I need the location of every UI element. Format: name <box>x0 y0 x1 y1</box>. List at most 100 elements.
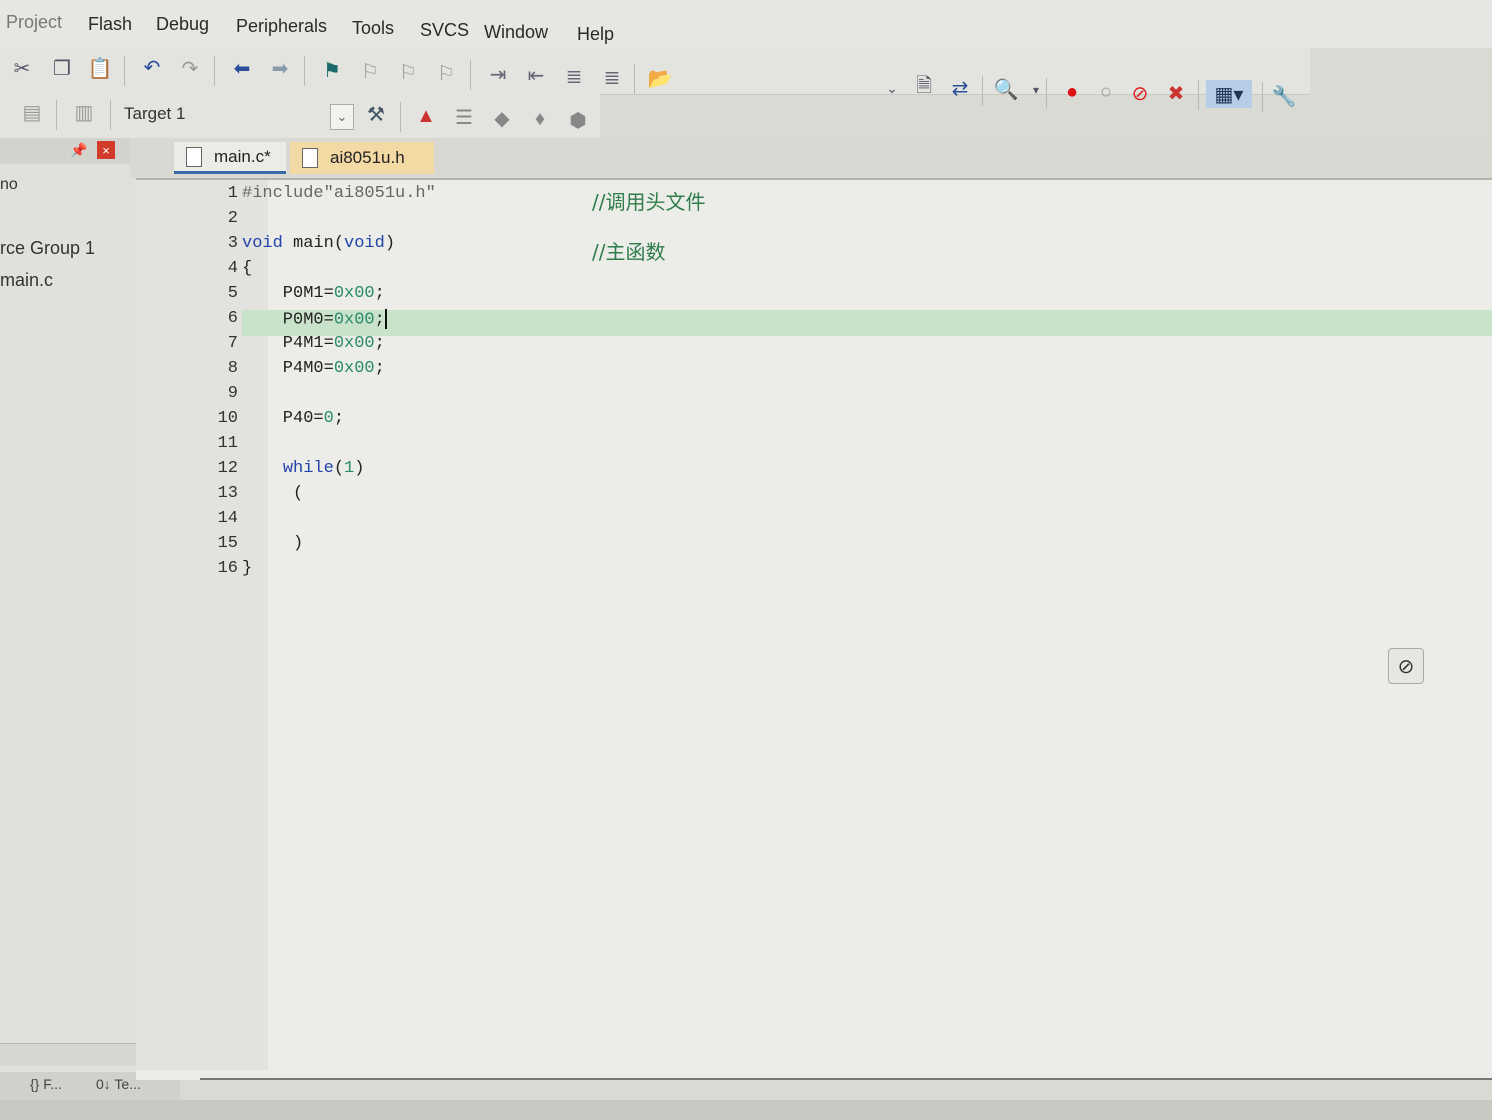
code-line-12: while(1) <box>242 459 365 478</box>
debug-session-icon[interactable]: 🔍 <box>992 75 1020 103</box>
wrench-icon[interactable]: 🔧 <box>1270 82 1298 110</box>
toolbar-separator <box>400 102 401 132</box>
toolbar-separator <box>982 76 983 106</box>
menu-debug[interactable]: Debug <box>156 14 209 35</box>
horizontal-scrollbar[interactable]: ▶ <box>0 1043 158 1066</box>
line-number: 5 <box>227 284 238 303</box>
line-number: 1 <box>227 184 238 203</box>
toolbar-separator <box>470 60 471 90</box>
menu-project[interactable]: Project <box>6 12 62 33</box>
next-bookmark-icon[interactable]: ⚐ <box>394 58 422 86</box>
menu-svcs[interactable]: SVCS <box>420 20 469 41</box>
code-line-16: } <box>242 559 252 578</box>
menu-peripherals[interactable]: Peripherals <box>236 16 327 37</box>
target-options-icon[interactable]: ⚒ <box>362 100 390 128</box>
run-time-env-icon[interactable]: ⬢ <box>564 106 592 134</box>
toolbar-separator <box>214 56 215 86</box>
brace: ) <box>242 534 304 553</box>
find-icon[interactable]: 🗎 <box>910 74 938 102</box>
line-number: 2 <box>227 209 238 228</box>
register: P0M1= <box>242 284 334 303</box>
comment-icon[interactable]: ≣ <box>560 62 588 90</box>
number-literal: 0x00 <box>333 284 375 303</box>
line-number: 8 <box>227 359 238 378</box>
pack-installer-icon[interactable]: ◆ <box>488 104 516 132</box>
unindent-icon[interactable]: ⇤ <box>522 61 550 89</box>
semicolon: ; <box>374 334 385 353</box>
tree-item-source-group[interactable]: rce Group 1 <box>0 238 95 259</box>
code-line-13: ( <box>242 484 303 503</box>
code-line-15: ) <box>242 534 303 553</box>
uncomment-icon[interactable]: ≣ <box>598 63 626 91</box>
tree-item-main-c[interactable]: main.c <box>0 270 53 291</box>
cut-icon[interactable]: ✂ <box>8 54 36 82</box>
menu-bar: Project Flash Debug Peripherals Tools SV… <box>0 0 1492 48</box>
tab-main-c[interactable]: main.c* <box>174 142 286 174</box>
chevron-down-icon[interactable]: ⌄ <box>330 104 354 130</box>
navigate-forward-icon[interactable]: ➡ <box>266 54 294 82</box>
code-editor[interactable]: 1 2 3 4 5 6 7 8 9 10 11 12 13 14 15 16 #… <box>136 178 1492 1080</box>
editor-tab-bar: main.c* ai8051u.h <box>130 138 1492 178</box>
copy-icon[interactable]: ❐ <box>48 54 76 82</box>
navigate-back-icon[interactable]: ⬅ <box>228 54 256 82</box>
editor-horizontal-scrollbar[interactable] <box>200 1078 1492 1080</box>
incremental-find-icon[interactable]: ⇄ <box>946 74 974 102</box>
paste-icon[interactable]: 📋 <box>86 54 114 82</box>
tab-label: ai8051u.h <box>330 148 405 167</box>
line-number: 15 <box>217 534 238 553</box>
number-literal: 0x00 <box>333 310 375 330</box>
menu-help[interactable]: Help <box>577 24 614 45</box>
build-icon[interactable]: ▥ <box>70 98 98 126</box>
pin-icon[interactable]: 📌 <box>70 142 87 159</box>
target-select-label[interactable]: Target 1 <box>124 104 185 124</box>
code-line-6: P0M0=0x00; <box>242 309 387 329</box>
preprocessor-include: #include"ai8051u.h" <box>242 184 436 203</box>
redo-icon[interactable]: ↷ <box>176 54 204 82</box>
menu-flash[interactable]: Flash <box>88 14 132 35</box>
semicolon: ; <box>374 284 385 303</box>
bookmark-icon[interactable]: ⚑ <box>318 56 346 84</box>
select-software-icon[interactable]: ♦ <box>526 105 554 133</box>
toolbar-separator <box>124 56 125 86</box>
tree-item-project[interactable]: no <box>0 176 18 194</box>
code-line-10: P40=0; <box>242 409 344 428</box>
tab-functions[interactable]: {} F... <box>30 1076 62 1092</box>
line-number: 9 <box>227 384 238 403</box>
window-layout-icon[interactable]: ▦▾ <box>1206 80 1252 108</box>
semicolon: ; <box>374 310 385 330</box>
find-dropdown-icon[interactable]: ⌄ <box>878 74 906 102</box>
manage-components-icon[interactable]: ▲ <box>412 102 440 130</box>
indent-icon[interactable]: ⇥ <box>484 60 512 88</box>
clear-bookmarks-icon[interactable]: ⚐ <box>432 59 460 87</box>
code-line-8: P4M0=0x00; <box>242 359 385 378</box>
toolbar-separator <box>56 100 57 130</box>
standard-toolbar: ✂ ❐ 📋 ↶ ↷ ⬅ ➡ ⚑ ⚐ ⚐ ⚐ ⇥ ⇤ ≣ ≣ 📂 ⌄ 🗎 ⇄ 🔍 … <box>0 48 1310 112</box>
line-number: 6 <box>227 309 238 328</box>
prev-bookmark-icon[interactable]: ⚐ <box>356 57 384 85</box>
semicolon: ; <box>374 359 385 378</box>
menu-tools[interactable]: Tools <box>352 18 394 39</box>
disable-breakpoint-icon[interactable]: ○ <box>1092 78 1120 106</box>
insert-breakpoint-icon[interactable]: ● <box>1058 78 1086 106</box>
menu-window[interactable]: Window <box>484 22 548 43</box>
line-number: 4 <box>227 259 238 278</box>
tab-templates[interactable]: 0↓ Te... <box>96 1076 141 1092</box>
number-literal: 0x00 <box>333 334 375 353</box>
code-line-3: void main(void) <box>242 234 395 253</box>
number-literal: 0 <box>323 409 334 428</box>
manage-books-icon[interactable]: ☰ <box>450 103 478 131</box>
line-number: 3 <box>227 234 238 253</box>
code-line-1-comment: //调用头文件 <box>592 186 705 215</box>
disable-all-breakpoints-icon[interactable]: ⊘ <box>1126 79 1154 107</box>
toolbar-separator <box>1262 82 1263 112</box>
find-in-files-icon[interactable]: 📂 <box>646 64 674 92</box>
translate-icon[interactable]: ▤ <box>18 98 46 126</box>
current-line-highlight <box>242 310 1492 336</box>
undo-icon[interactable]: ↶ <box>138 53 166 81</box>
tab-ai8051u-h[interactable]: ai8051u.h <box>290 142 434 174</box>
block-icon[interactable]: ⊘ <box>1388 648 1424 684</box>
number-literal: 1 <box>344 459 355 478</box>
close-icon[interactable]: × <box>97 141 115 159</box>
kill-all-breakpoints-icon[interactable]: ✖ <box>1162 79 1190 107</box>
code-line-4: { <box>242 259 252 278</box>
